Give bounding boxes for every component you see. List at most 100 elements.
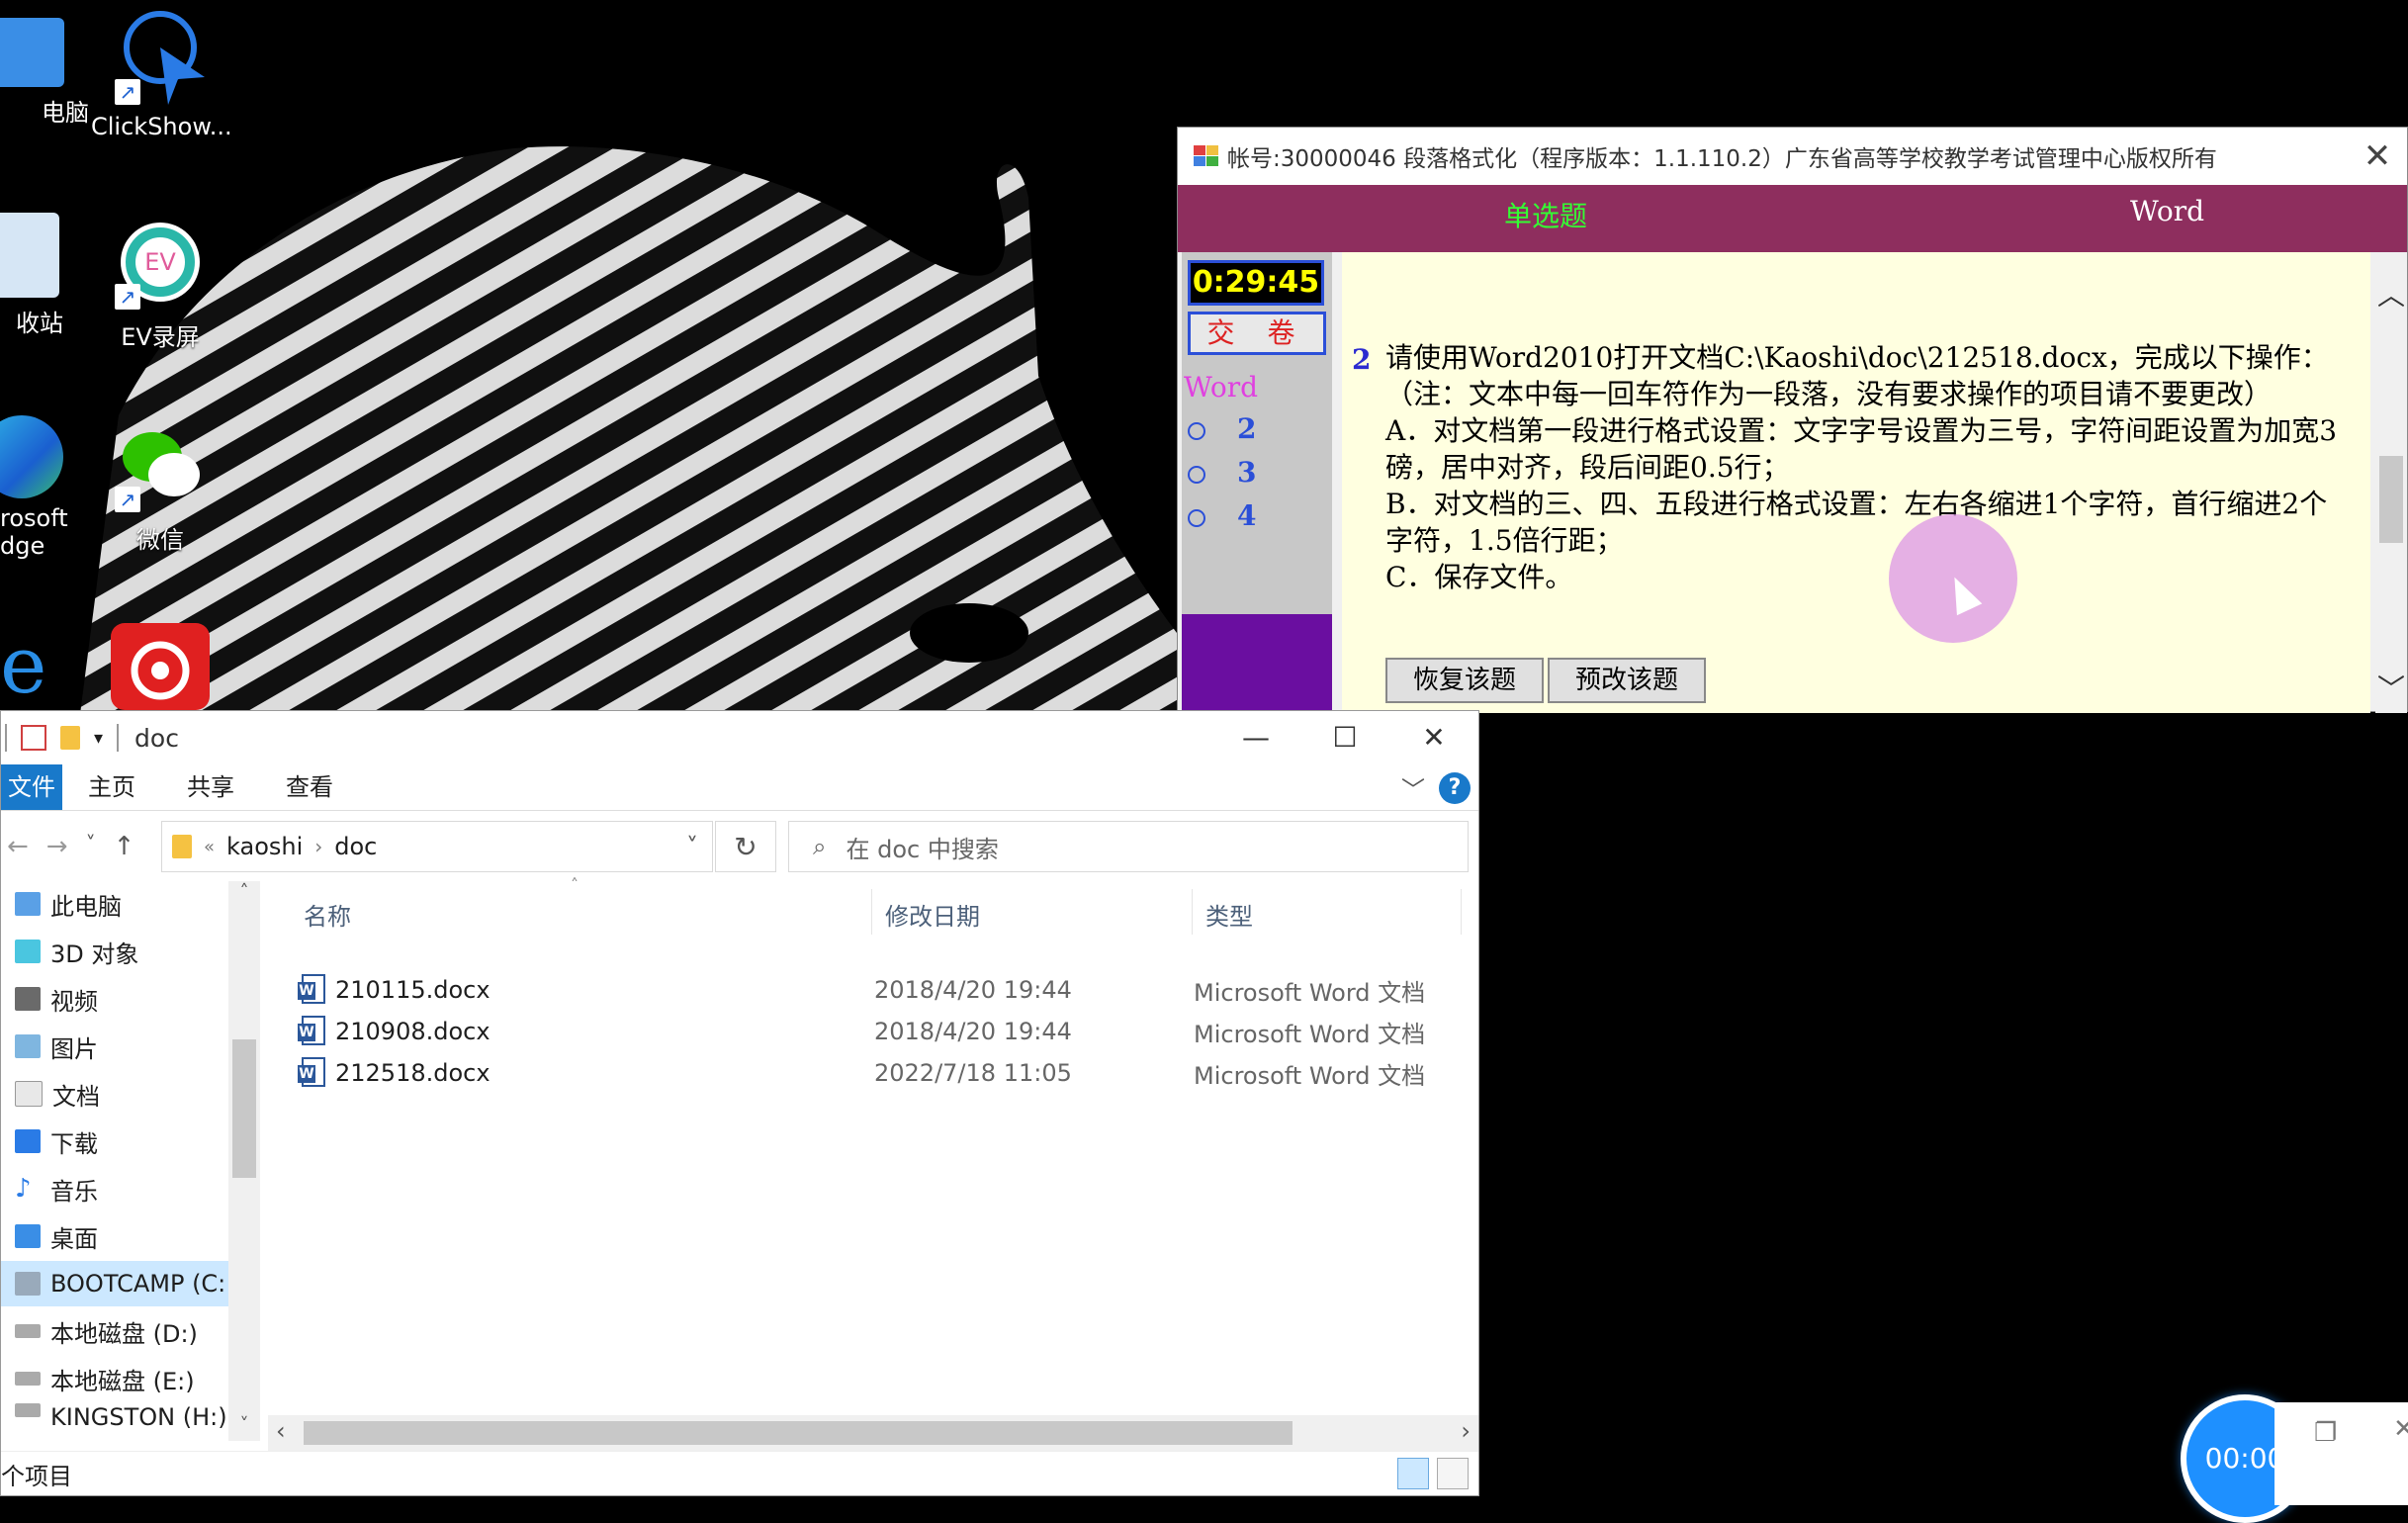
address-row: ← → ˅ ↑ « kaoshi › doc ˅ ↻ ⌕ 在 doc 中搜索 [1,811,1478,882]
nav-item-this-pc[interactable]: 此电脑 [1,881,242,927]
nav-item-label: 此电脑 [50,892,122,921]
question-actions: 恢复该题 预改该题 [1385,658,1707,703]
exam-title: 帐号:30000046 段落格式化（程序版本：1.1.110.2）广东省高等学校… [1227,146,2217,172]
computer-icon [15,892,41,916]
radio-icon [1188,421,1205,440]
scrollbar-thumb[interactable] [304,1421,1293,1445]
up-arrow-icon[interactable]: ↑ [114,832,135,861]
countdown-timer: 0:29:45 [1188,260,1324,306]
nav-item-3d-objects[interactable]: 3D 对象 [1,929,242,974]
minimize-button[interactable]: — [1211,711,1300,764]
scrollbar-thumb[interactable] [232,1039,256,1178]
chevron-down-icon[interactable]: ﹀ [2375,668,2407,707]
explorer-titlebar[interactable]: ▾ doc — ☐ ✕ [1,711,1478,764]
ev-recorder-icon: EV ↗ [111,213,210,312]
address-bar[interactable]: « kaoshi › doc ˅ [161,821,713,872]
nav-item-bootcamp[interactable]: BOOTCAMP (C: [1,1261,242,1306]
nav-question-label: 2 [1237,412,1257,445]
view-toggle [1397,1458,1469,1489]
search-placeholder: 在 doc 中搜索 [846,835,999,863]
question-scrollbar[interactable]: ︿ ﹀ [2375,252,2407,713]
search-box[interactable]: ⌕ 在 doc 中搜索 [788,821,1469,872]
internet-explorer-icon: e [0,619,59,711]
file-row[interactable]: W 210115.docx 2018/4/20 19:44 Microsoft … [298,970,1465,1010]
question-type: 单选题 [1504,200,1588,232]
nav-item-pictures[interactable]: 图片 [1,1024,242,1069]
breadcrumb-overflow-icon[interactable]: « [204,837,215,857]
status-bar: 个项目 [1,1451,1478,1495]
file-row[interactable]: W 212518.docx 2022/7/18 11:05 Microsoft … [298,1053,1465,1093]
nav-item-documents[interactable]: 文档 [1,1071,242,1117]
nav-question-4[interactable]: 4 [1188,499,1256,532]
chevron-right-icon[interactable]: › [1461,1417,1471,1445]
nav-item-label: 图片 [50,1034,98,1063]
chevron-up-icon[interactable]: ˄ [228,881,260,902]
desktop-icon-ie[interactable]: e [0,619,89,711]
nav-item-desktop[interactable]: 桌面 [1,1213,242,1259]
hard-drive-icon [15,1372,41,1386]
nav-question-3[interactable]: 3 [1188,456,1256,489]
back-icon[interactable]: ← [7,832,29,861]
large-icons-view-icon[interactable] [1437,1458,1469,1489]
chevron-left-icon[interactable]: ‹ [276,1417,286,1445]
navigation-scrollbar[interactable]: ˄ ˅ [228,881,260,1441]
question-line: B．对文档的三、四、五段进行格式设置：左右各缩进1个字符，首行缩进2个字符，1.… [1385,488,2328,557]
maximize-button[interactable]: ☐ [1300,711,1389,764]
toolbar-divider [117,724,120,752]
tab-view[interactable]: 查看 [260,764,359,810]
close-icon[interactable]: ✕ [2393,1414,2408,1444]
exam-titlebar[interactable]: 帐号:30000046 段落格式化（程序版本：1.1.110.2）广东省高等学校… [1178,128,2407,185]
desktop-icon-this-pc[interactable]: 电脑 [0,8,89,128]
refresh-button[interactable]: ↻ [715,821,776,872]
nav-item-drive-d[interactable]: 本地磁盘 (D:) [1,1308,242,1354]
exam-subject: Word [2130,195,2205,227]
column-header-name[interactable]: 名称 [304,897,351,932]
recorder-panel: ❐ ✕ [2274,1402,2408,1505]
chevron-down-icon[interactable]: ˅ [228,1414,260,1435]
breadcrumb-kaoshi[interactable]: kaoshi [226,833,303,860]
column-header-type[interactable]: 类型 [1205,897,1253,932]
nav-item-videos[interactable]: 视频 [1,976,242,1022]
column-header-date[interactable]: 修改日期 [885,897,980,932]
desktop-icon-clickshow[interactable]: ↗ ClickShow... [91,8,232,140]
nav-section-title: Word [1184,371,1259,403]
tab-file[interactable]: 文件 [1,764,62,810]
chevron-down-icon[interactable]: ▾ [94,728,103,749]
desktop-icon-recycle-bin[interactable]: 收站 [0,213,89,338]
desktop-icon-ev-recorder[interactable]: EV ↗ EV录屏 [91,213,229,352]
close-button[interactable]: ✕ [1389,711,1478,764]
word-document-icon: W [298,1016,327,1047]
nav-item-music[interactable]: ♪ 音乐 [1,1166,242,1211]
forward-icon[interactable]: → [46,832,68,861]
nav-item-downloads[interactable]: 下载 [1,1119,242,1164]
restore-question-button[interactable]: 恢复该题 [1385,658,1545,703]
file-row[interactable]: W 210908.docx 2018/4/20 19:44 Microsoft … [298,1012,1465,1051]
tab-share[interactable]: 共享 [161,764,260,810]
expand-ribbon-icon[interactable]: ﹀ [1401,770,1425,805]
nav-item-kingston[interactable]: KINGSTON (H:) [1,1403,242,1431]
breadcrumb-doc[interactable]: doc [334,833,377,860]
desktop-icon-edge[interactable]: rosoft dge [0,415,89,560]
recent-locations-icon[interactable]: ˅ [86,832,96,861]
restore-window-icon[interactable]: ❐ [2314,1418,2337,1448]
horizontal-scrollbar[interactable]: ‹ › [268,1415,1478,1451]
scrollbar-thumb[interactable] [2379,456,2403,543]
new-folder-icon[interactable] [60,726,80,750]
help-icon[interactable]: ? [1439,771,1471,804]
file-name: 212518.docx [335,1059,491,1087]
tab-home[interactable]: 主页 [62,764,161,810]
preedit-question-button[interactable]: 预改该题 [1548,658,1707,703]
nav-question-2[interactable]: 2 [1188,412,1256,445]
nav-question-label: 3 [1237,456,1257,489]
chevron-down-icon[interactable]: ˅ [686,833,698,860]
submit-exam-button[interactable]: 交 卷 [1188,312,1326,355]
chevron-up-icon[interactable]: ︿ [2375,274,2407,314]
nav-item-label: 本地磁盘 (E:) [50,1367,195,1395]
close-icon[interactable]: ✕ [2348,136,2407,176]
nav-item-drive-e[interactable]: 本地磁盘 (E:) [1,1356,242,1401]
exam-window: 帐号:30000046 段落格式化（程序版本：1.1.110.2）广东省高等学校… [1177,127,2408,713]
properties-icon[interactable] [21,725,46,751]
details-view-icon[interactable] [1397,1458,1429,1489]
desktop-icon-wechat[interactable]: ↗ 微信 [91,415,229,555]
desktop-icon-netease-music[interactable] [91,623,229,710]
